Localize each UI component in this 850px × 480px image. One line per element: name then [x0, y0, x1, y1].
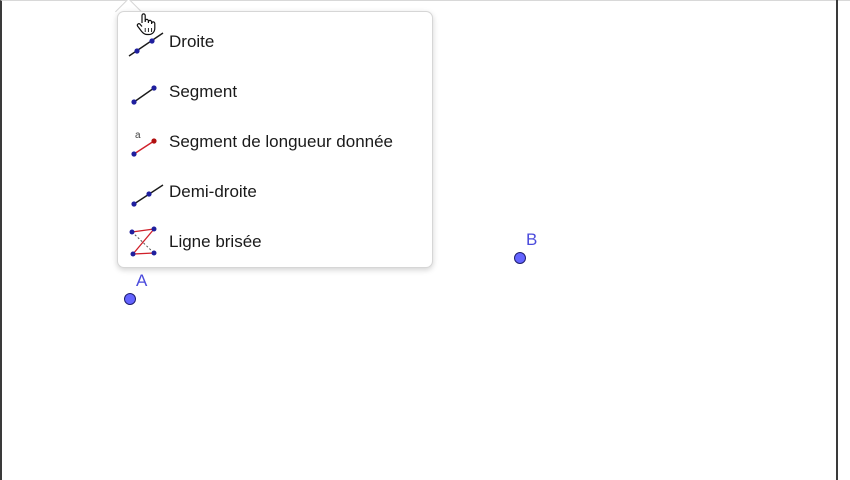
segment-fixed-length-icon: a [131, 130, 157, 157]
menu-item-label: Segment de longueur donnée [169, 132, 394, 151]
hand-cursor-icon [136, 13, 156, 36]
segment-icon [131, 85, 157, 105]
menu-item-label: Demi-droite [169, 182, 257, 201]
menu-item-label: Segment [169, 82, 238, 101]
point-b-label: B [526, 230, 538, 249]
point-b[interactable] [514, 252, 526, 264]
ray-icon [131, 184, 164, 207]
length-a-glyph: a [135, 130, 141, 141]
menu-item-label: Ligne brisée [169, 232, 262, 251]
point-a-label: A [136, 271, 148, 290]
menu-item-ligne-brisee[interactable]: Ligne brisée [118, 217, 432, 267]
line-tools-menu: Droite Segment a Segment de longueur don… [117, 11, 433, 268]
point-a[interactable] [124, 293, 136, 305]
menu-item-segment[interactable]: Segment [118, 67, 432, 117]
menu-item-segment-longueur-donnee[interactable]: a Segment de longueur donnée [118, 117, 432, 167]
menu-item-demi-droite[interactable]: Demi-droite [118, 167, 432, 217]
canvas-right-edge [836, 0, 838, 480]
polyline-icon [129, 226, 157, 257]
menu-item-label: Droite [169, 32, 215, 51]
menu-item-droite[interactable]: Droite [118, 17, 432, 67]
